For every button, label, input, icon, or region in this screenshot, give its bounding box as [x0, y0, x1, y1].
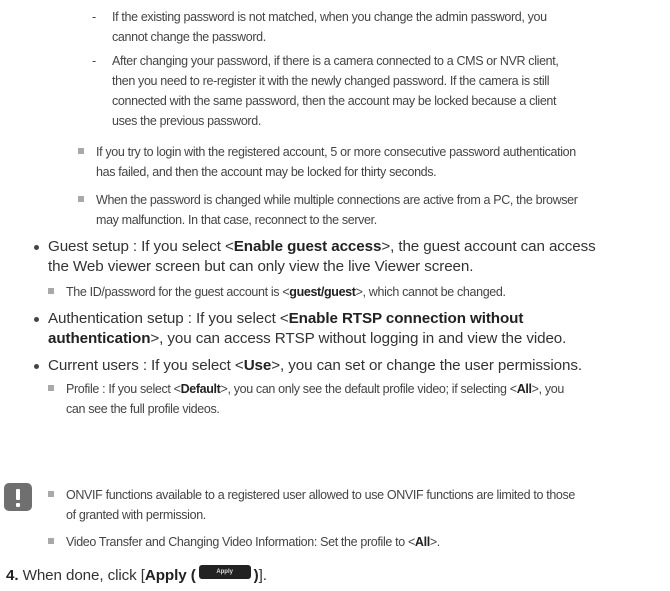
- guest-sub-note: The ID/password for the guest account is…: [48, 282, 668, 302]
- square-bullet-icon: [78, 196, 84, 202]
- square-bullet-icon: [48, 491, 54, 497]
- apply-button-image: Apply: [198, 565, 251, 579]
- dash-marker: -: [92, 54, 96, 68]
- authentication-setup-item: Authentication setup : If you select <En…: [34, 309, 668, 349]
- note-item: - After changing your password, if there…: [92, 51, 662, 131]
- bullet-dot-icon: [34, 245, 39, 250]
- guest-setup-item: Guest setup : If you select <Enable gues…: [34, 237, 668, 277]
- note-item: If you try to login with the registered …: [78, 142, 668, 182]
- bullet-dot-icon: [34, 364, 39, 369]
- note-item: When the password is changed while multi…: [78, 190, 668, 230]
- square-bullet-icon: [78, 148, 84, 154]
- dash-marker: -: [92, 10, 96, 24]
- caution-note: Video Transfer and Changing Video Inform…: [48, 532, 668, 552]
- square-bullet-icon: [48, 385, 54, 391]
- profile-sub-note: Profile : If you select <Default>, you c…: [48, 379, 668, 419]
- step-4: 4. When done, click [Apply (Apply)].: [6, 565, 267, 584]
- square-bullet-icon: [48, 538, 54, 544]
- caution-icon: [4, 483, 32, 511]
- current-users-item: Current users : If you select <Use>, you…: [34, 356, 668, 376]
- bullet-dot-icon: [34, 317, 39, 322]
- step-number: 4.: [6, 567, 19, 584]
- note-item: - If the existing password is not matche…: [92, 7, 662, 47]
- square-bullet-icon: [48, 288, 54, 294]
- caution-note: ONVIF functions available to a registere…: [48, 485, 668, 525]
